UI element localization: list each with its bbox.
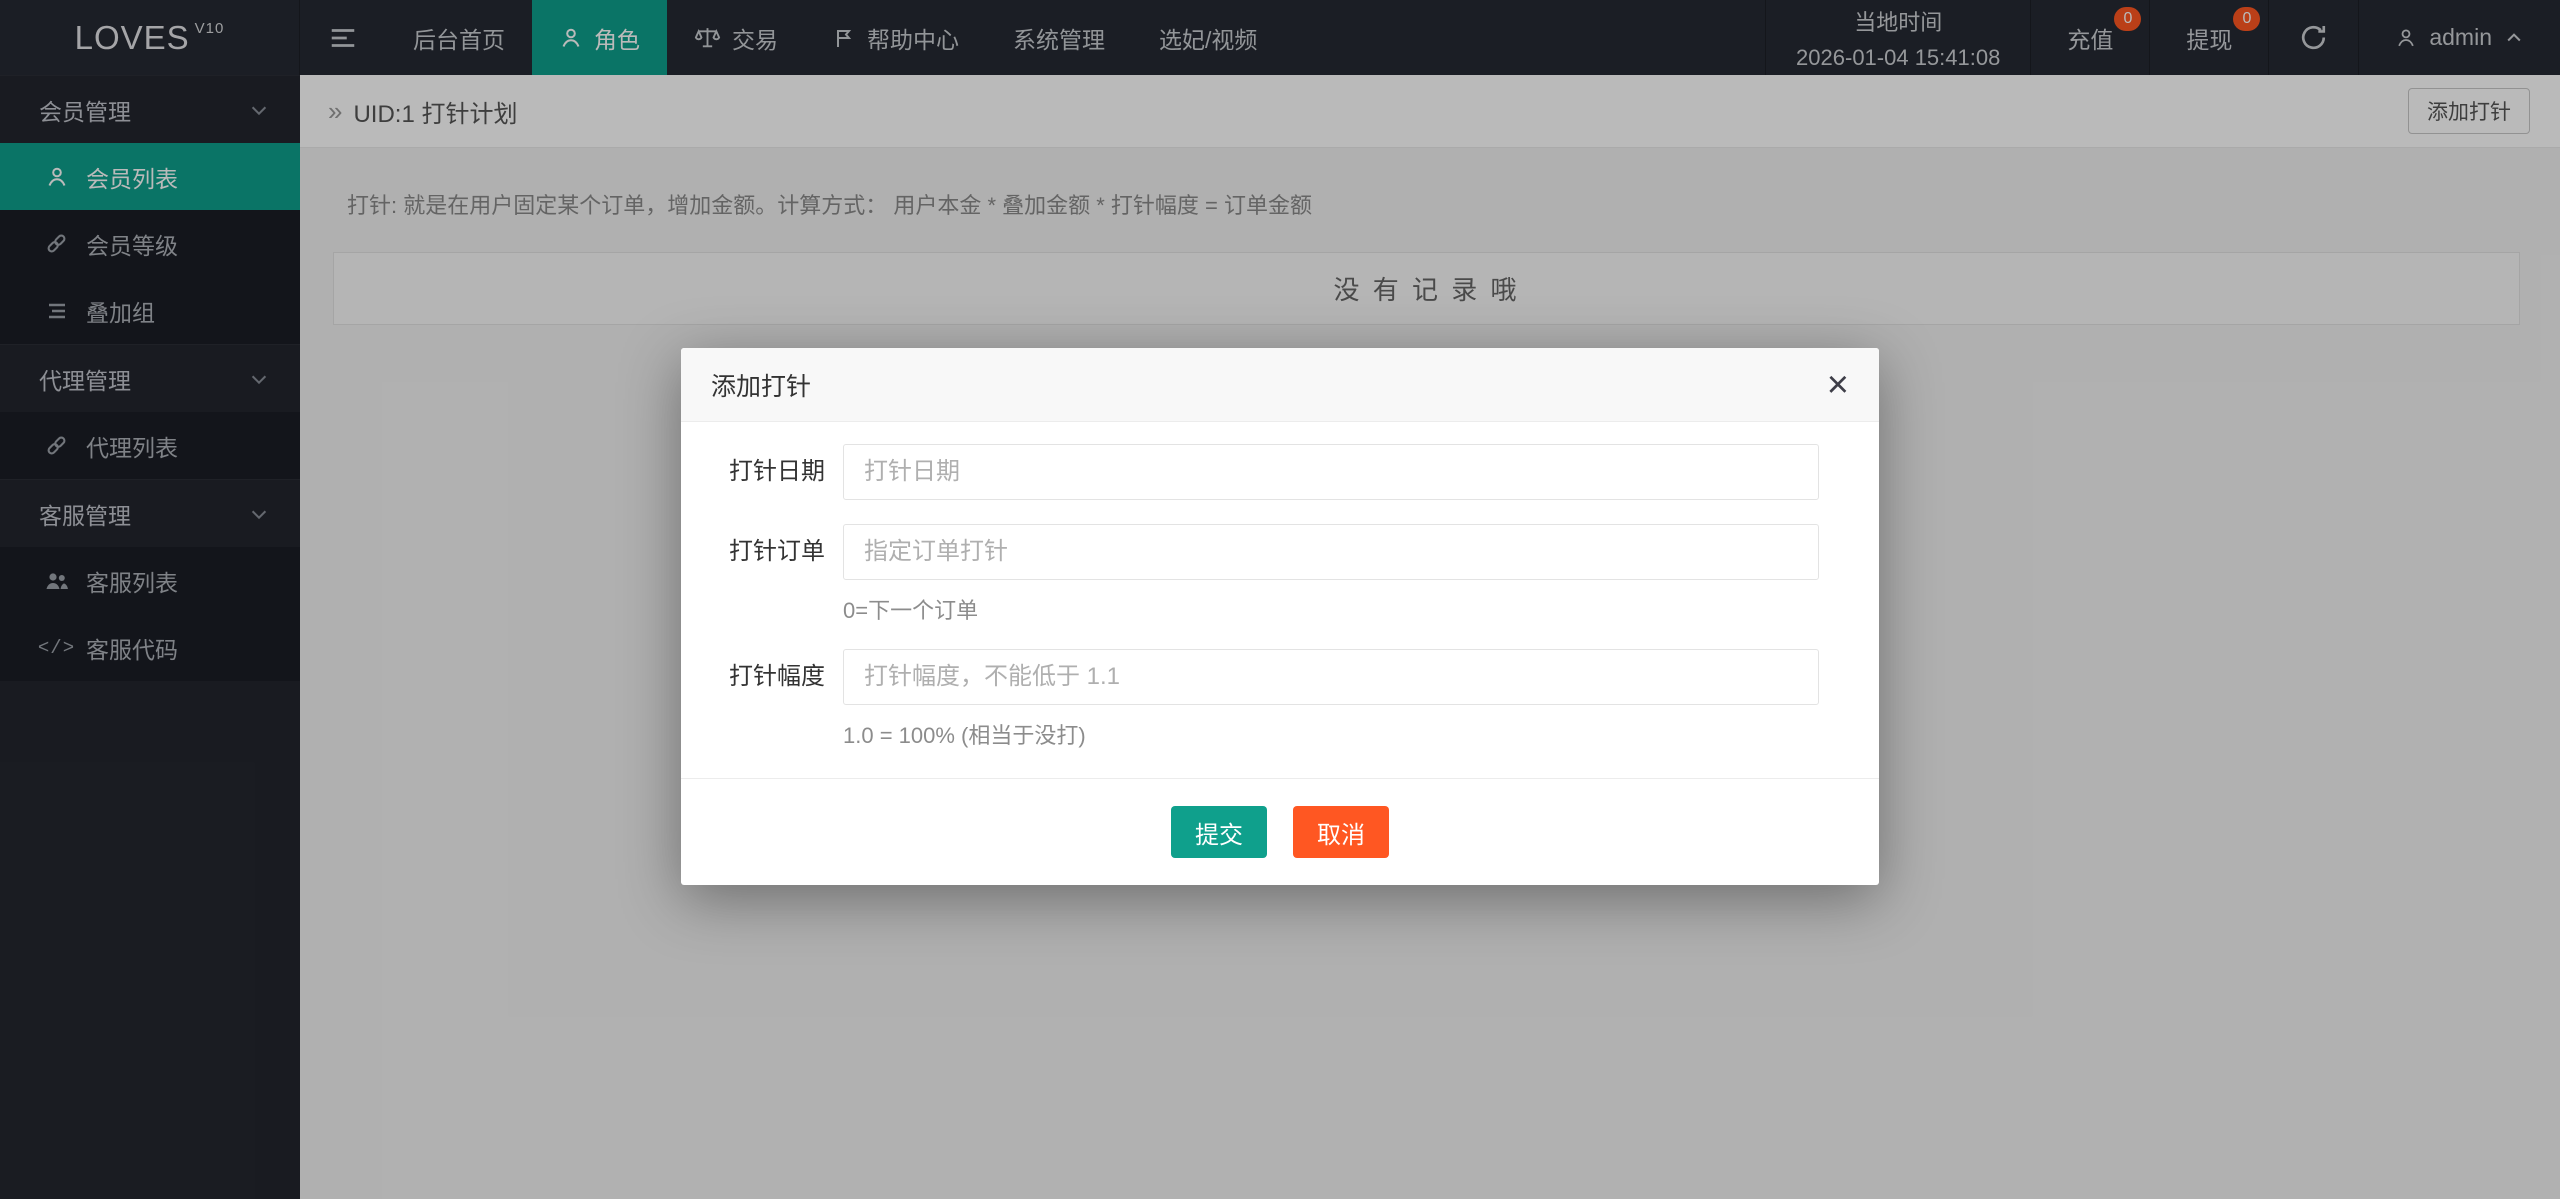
app-root: LOVESV10 后台首页 角色 交易 bbox=[0, 0, 2560, 1199]
form-row-date: 打针日期 bbox=[681, 444, 1819, 500]
field-label-date: 打针日期 bbox=[681, 444, 843, 500]
modal-footer: 提交 取消 bbox=[681, 778, 1879, 885]
modal-body: 打针日期 打针订单 0=下一个订单 打针幅度 1.0 = 100% (相当于没打… bbox=[681, 422, 1879, 778]
modal-title: 添加打针 bbox=[711, 367, 811, 403]
field-label-rate: 打针幅度 bbox=[681, 649, 843, 750]
injection-rate-input[interactable] bbox=[843, 649, 1819, 705]
field-label-order: 打针订单 bbox=[681, 524, 843, 625]
order-hint: 0=下一个订单 bbox=[843, 593, 1819, 625]
add-injection-modal: 添加打针 × 打针日期 打针订单 0=下一个订单 打针幅度 bbox=[681, 348, 1879, 885]
submit-button[interactable]: 提交 bbox=[1171, 806, 1267, 858]
rate-hint: 1.0 = 100% (相当于没打) bbox=[843, 718, 1819, 750]
form-row-order: 打针订单 0=下一个订单 bbox=[681, 524, 1819, 625]
close-icon[interactable]: × bbox=[1827, 366, 1849, 404]
injection-date-input[interactable] bbox=[843, 444, 1819, 500]
cancel-button[interactable]: 取消 bbox=[1293, 806, 1389, 858]
injection-order-input[interactable] bbox=[843, 524, 1819, 580]
form-row-rate: 打针幅度 1.0 = 100% (相当于没打) bbox=[681, 649, 1819, 750]
modal-header: 添加打针 × bbox=[681, 348, 1879, 422]
